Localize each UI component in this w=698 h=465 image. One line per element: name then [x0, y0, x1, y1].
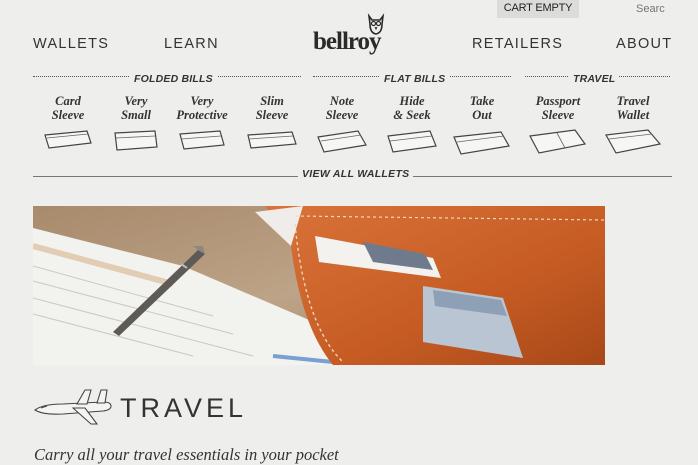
owl-icon [367, 13, 385, 35]
search-input[interactable] [628, 0, 698, 18]
wallet-icon [247, 131, 297, 149]
wallet-icon [44, 130, 92, 149]
category-label: FLAT BILLS [380, 73, 450, 85]
wallet-icon [179, 130, 225, 150]
wallet-hide-seek[interactable]: Hide & Seek [381, 94, 443, 155]
wallet-label: Passport Sleeve [535, 94, 581, 122]
wallet-take-out[interactable]: Take Out [451, 94, 513, 157]
airplane-icon [34, 389, 112, 425]
category-travel: TRAVEL [525, 73, 670, 85]
cart-status[interactable]: CART EMPTY [497, 0, 579, 18]
category-flat-bills: FLAT BILLS [313, 73, 511, 85]
nav-about[interactable]: ABOUT [616, 36, 672, 52]
nav-retailers[interactable]: RETAILERS [472, 36, 563, 52]
category-label: FOLDED BILLS [130, 73, 217, 85]
nav-wallets[interactable]: WALLETS [33, 36, 109, 52]
category-folded-bills: FOLDED BILLS [33, 73, 301, 85]
wallet-very-protective[interactable]: Very Protective [171, 94, 233, 153]
wallet-very-small[interactable]: Very Small [105, 94, 167, 153]
wallet-slim-sleeve[interactable]: Slim Sleeve [241, 94, 303, 153]
wallet-label: Very Small [121, 94, 151, 122]
wallet-label: Note Sleeve [325, 94, 359, 122]
wallet-note-sleeve[interactable]: Note Sleeve [311, 94, 373, 155]
wallet-label: Take Out [469, 94, 495, 122]
wallet-card-sleeve[interactable]: Card Sleeve [37, 94, 99, 151]
wallet-label: Card Sleeve [51, 94, 85, 122]
wallet-icon [114, 130, 158, 151]
hero-image [33, 206, 605, 365]
wallet-icon [453, 131, 510, 155]
wallet-travel-wallet[interactable]: Travel Wallet [602, 94, 664, 157]
wallet-icon [387, 130, 437, 153]
bellroy-logo[interactable]: bellroy [313, 12, 389, 58]
wallet-label: Hide & Seek [393, 94, 431, 122]
wallet-icon [605, 129, 662, 154]
section-heading: TRAVEL [120, 393, 248, 423]
view-all-wallets-link[interactable]: VIEW ALL WALLETS [298, 168, 414, 180]
nav-learn[interactable]: LEARN [164, 36, 219, 52]
wallet-label: Slim Sleeve [255, 94, 289, 122]
wallet-icon [529, 129, 587, 154]
wallet-passport-sleeve[interactable]: Passport Sleeve [527, 94, 589, 157]
wallet-label: Very Protective [176, 94, 228, 122]
wallet-icon [317, 130, 367, 153]
section-tagline: Carry all your travel essentials in your… [34, 445, 339, 464]
wallet-label: Travel Wallet [616, 94, 650, 122]
category-label: TRAVEL [569, 73, 620, 85]
